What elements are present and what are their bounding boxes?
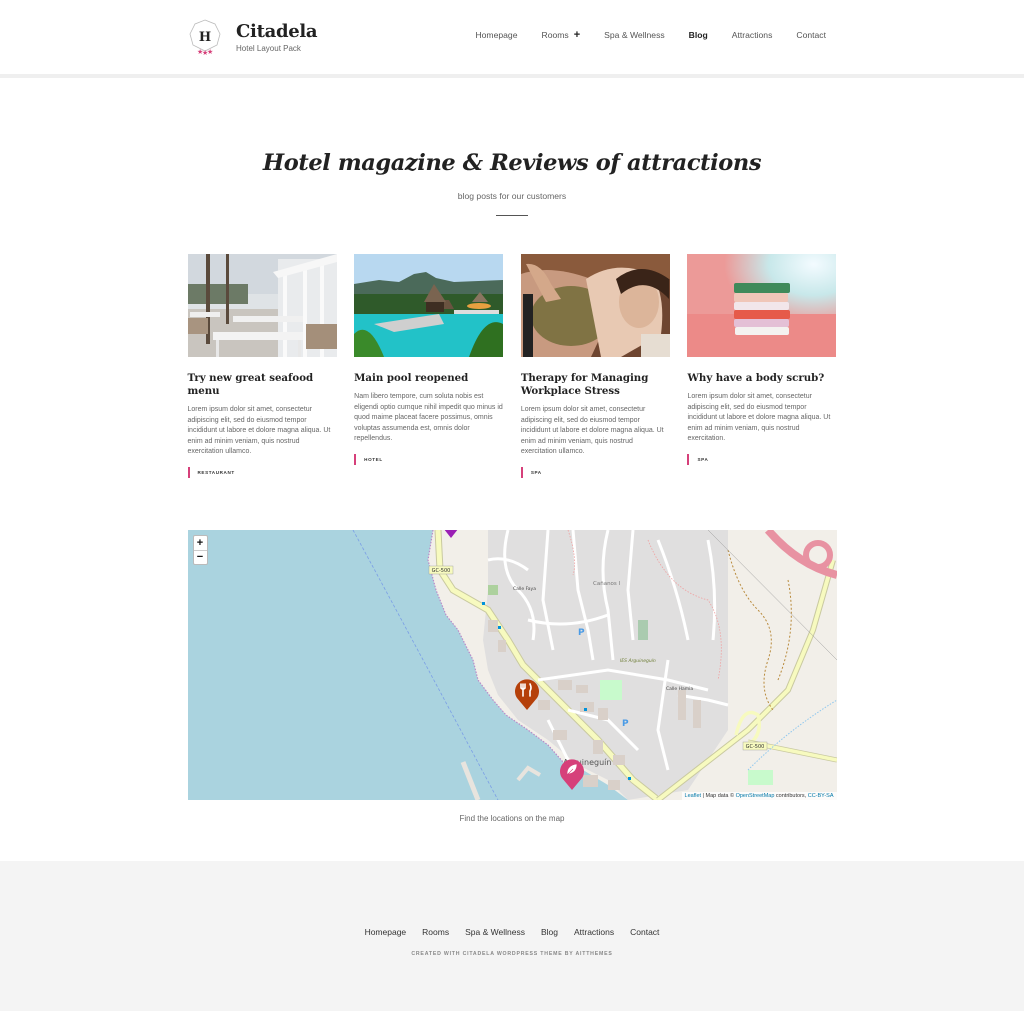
svg-text:IES Arguineguín: IES Arguineguín [620, 657, 656, 664]
site-header: H ★ ★ ★ Citadela Hotel Layout Pack Homep… [0, 0, 1024, 78]
license-link[interactable]: CC-BY-SA [808, 793, 834, 799]
footer-nav: Homepage Rooms Spa & Wellness Blog Attra… [0, 927, 1024, 937]
site-logo[interactable]: H ★ ★ ★ Citadela Hotel Layout Pack [188, 18, 318, 56]
map-zoom-control: + − [192, 534, 208, 565]
map-marker-hotel[interactable] [440, 529, 462, 545]
nav-attractions[interactable]: Attractions [732, 30, 773, 40]
footer-nav-spa-wellness[interactable]: Spa & Wellness [465, 927, 525, 937]
footer-nav-attractions[interactable]: Attractions [574, 927, 614, 937]
nav-homepage[interactable]: Homepage [475, 30, 517, 40]
main-nav: Homepage Rooms + Spa & Wellness Blog Attr… [451, 30, 826, 41]
post-title[interactable]: Therapy for Managing Workplace Stress [521, 372, 670, 398]
nav-rooms[interactable]: Rooms + [541, 30, 580, 41]
post-card: Why have a body scrub? Lorem ipsum dolor… [687, 254, 837, 478]
nav-spa-wellness[interactable]: Spa & Wellness [604, 30, 665, 40]
svg-text:Cañanos I: Cañanos I [593, 581, 621, 587]
nav-label: Blog [688, 30, 708, 40]
post-card: Main pool reopened Nam libero tempore, c… [354, 254, 504, 478]
nav-label: Attractions [731, 30, 773, 40]
osm-link[interactable]: OpenStreetMap [736, 793, 775, 799]
svg-text:H: H [199, 30, 211, 45]
zoom-out-button[interactable]: − [193, 549, 207, 564]
post-excerpt: Lorem ipsum dolor sit amet, consectetur … [187, 406, 331, 456]
diamond-icon [444, 529, 457, 538]
post-title[interactable]: Why have a body scrub? [687, 372, 836, 385]
logo-title: Citadela [236, 20, 318, 42]
nav-contact[interactable]: Contact [796, 30, 826, 40]
svg-text:P: P [622, 719, 629, 729]
footer-nav-rooms[interactable]: Rooms [422, 927, 449, 937]
svg-text:GC-500: GC-500 [745, 744, 764, 750]
post-category-tag[interactable]: SPA [520, 466, 670, 478]
post-excerpt: Lorem ipsum dolor sit amet, consectetur … [687, 393, 831, 443]
post-category-tag[interactable]: SPA [687, 453, 836, 465]
svg-text:★: ★ [207, 48, 213, 56]
svg-text:GC-500: GC-500 [431, 568, 450, 574]
page-subtitle: blog posts for our customers [457, 191, 567, 201]
svg-text:P: P [578, 628, 585, 638]
post-excerpt: Lorem ipsum dolor sit amet, consectetur … [520, 406, 664, 456]
nav-blog[interactable]: Blog [689, 30, 708, 40]
map-caption: Find the locations on the map [459, 813, 565, 823]
map-marker-spa[interactable] [558, 756, 586, 795]
map-marker-restaurant[interactable] [513, 676, 541, 715]
location-map[interactable]: GC-500 GC-500 Arguineguín Cañanos I IES … [187, 529, 837, 800]
footer-nav-homepage[interactable]: Homepage [365, 927, 407, 937]
footer-credit: CREATED WITH CITADELA WORDPRESS THEME BY… [411, 950, 613, 957]
leaflet-link[interactable]: Leaflet [685, 793, 702, 799]
map-section: GC-500 GC-500 Arguineguín Cañanos I IES … [187, 529, 837, 823]
post-card: Therapy for Managing Workplace Stress Lo… [520, 254, 670, 478]
hero-section: Hotel magazine & Reviews of attractions … [0, 78, 1024, 216]
svg-text:Calle Hamia: Calle Hamia [666, 686, 693, 692]
nav-label: Contact [796, 30, 826, 40]
post-image-restaurant[interactable] [187, 254, 337, 357]
svg-text:Calle Faya: Calle Faya [513, 586, 536, 592]
nav-label: Rooms [541, 30, 569, 40]
blog-posts: Try new great seafood menu Lorem ipsum d… [187, 254, 837, 478]
plus-icon[interactable]: + [574, 30, 580, 41]
logo-subtitle: Hotel Layout Pack [236, 43, 301, 53]
site-footer: Homepage Rooms Spa & Wellness Blog Attra… [0, 860, 1024, 1011]
post-excerpt: Nam libero tempore, cum soluta nobis est… [354, 393, 503, 443]
nav-label: Spa & Wellness [604, 30, 665, 40]
post-image-pool[interactable] [354, 254, 504, 357]
post-title[interactable]: Main pool reopened [354, 372, 503, 385]
attribution-text: contributors, [774, 792, 808, 799]
post-category-tag[interactable]: HOTEL [354, 453, 503, 465]
post-image-therapy[interactable] [520, 254, 670, 357]
logo-badge-icon: H ★ ★ ★ [188, 18, 222, 56]
attribution-text: | Map data © [701, 792, 736, 799]
map-attribution: Leaflet | Map data © OpenStreetMap contr… [681, 791, 837, 800]
footer-nav-blog[interactable]: Blog [541, 927, 558, 937]
footer-nav-contact[interactable]: Contact [630, 927, 659, 937]
post-title[interactable]: Try new great seafood menu [188, 372, 337, 398]
map-tiles[interactable]: GC-500 GC-500 Arguineguín Cañanos I IES … [188, 529, 837, 800]
post-card: Try new great seafood menu Lorem ipsum d… [187, 254, 337, 478]
title-divider [496, 215, 528, 216]
nav-label: Homepage [475, 30, 518, 40]
post-category-tag[interactable]: RESTAURANT [187, 466, 337, 478]
page-title: Hotel magazine & Reviews of attractions [262, 150, 762, 176]
zoom-in-button[interactable]: + [194, 536, 207, 550]
post-image-scrub[interactable] [687, 254, 837, 357]
